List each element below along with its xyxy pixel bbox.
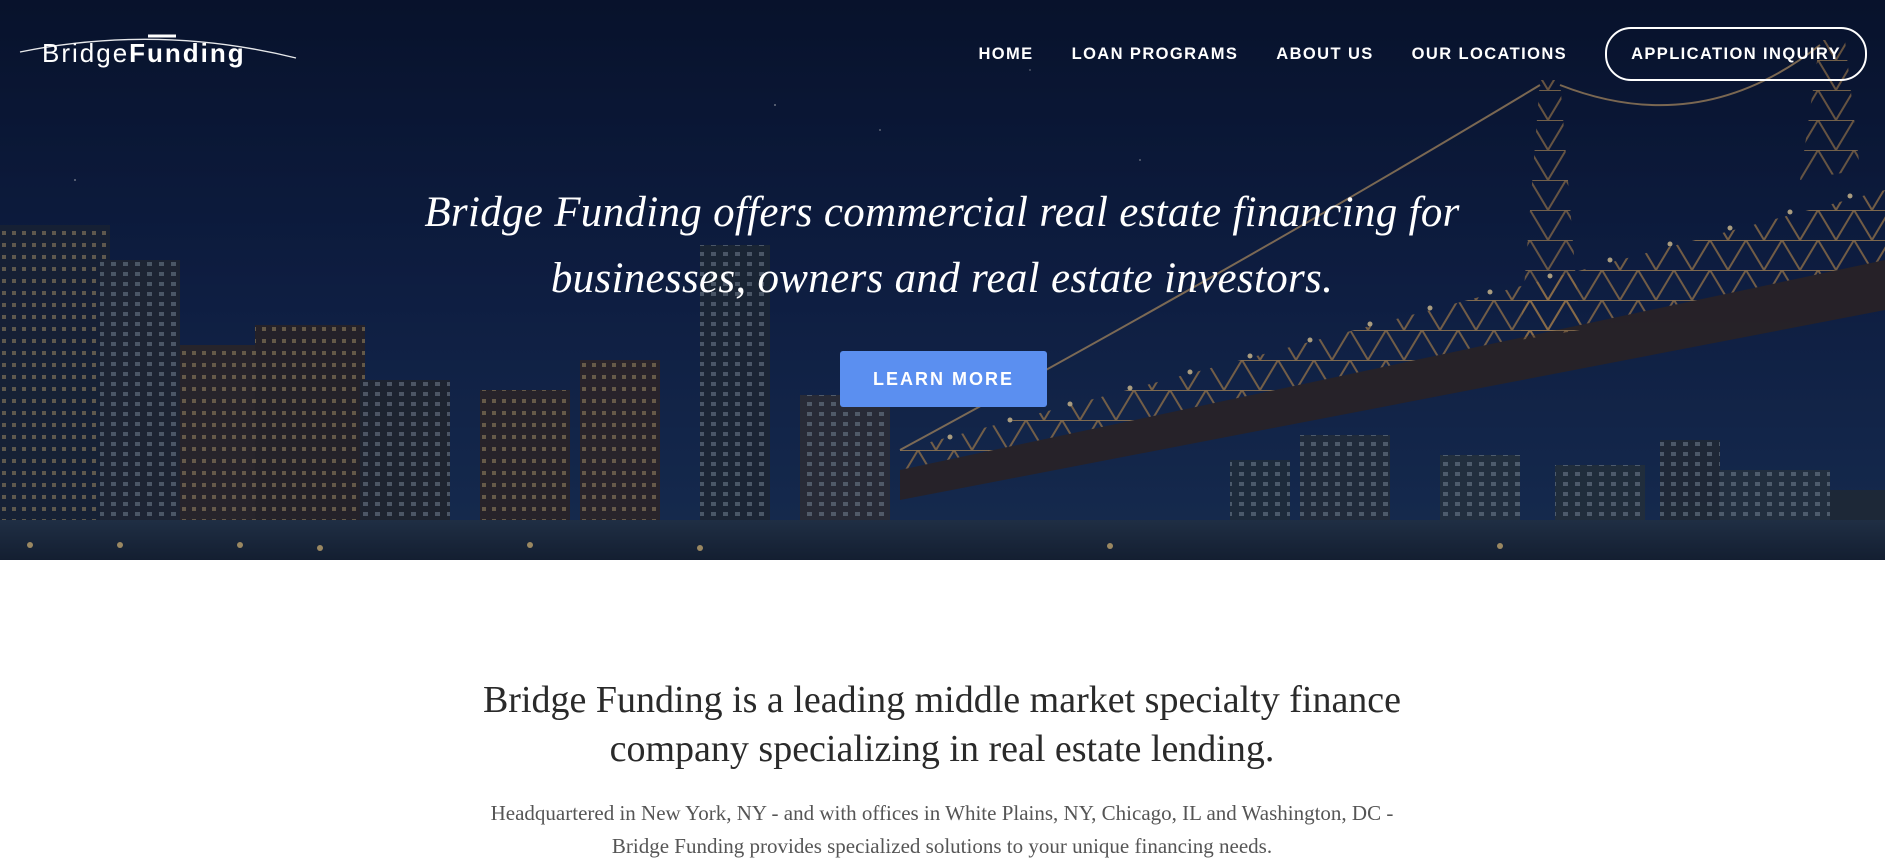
intro-body-line1: Headquartered in New York, NY - and with… [490,801,1394,825]
logo[interactable]: BridgeFunding [18,30,298,74]
logo-text-bold: Funding [129,38,246,68]
intro-body-line2: Bridge Funding provides specialized solu… [611,834,1273,858]
nav-our-locations[interactable]: OUR LOCATIONS [1412,45,1567,64]
intro-title: Bridge Funding is a leading middle marke… [392,676,1492,774]
main-nav: HOME LOAN PROGRAMS ABOUT US OUR LOCATION… [940,27,1867,81]
hero-headline-line2: businesses, owners and real estate inves… [550,255,1334,302]
intro-body: Headquartered in New York, NY - and with… [392,797,1492,863]
logo-text: BridgeFunding [42,38,246,69]
application-inquiry-button[interactable]: APPLICATION INQUIRY [1605,27,1867,81]
hero-headline-line1: Bridge Funding offers commercial real es… [424,189,1460,236]
hero-headline: Bridge Funding offers commercial real es… [392,180,1492,312]
nav-loan-programs[interactable]: LOAN PROGRAMS [1072,45,1239,64]
nav-about-us[interactable]: ABOUT US [1276,45,1373,64]
intro-title-line1: Bridge Funding is a leading middle marke… [482,679,1402,721]
intro-title-line2: company specializing in real estate lend… [609,728,1275,770]
logo-text-light: Bridge [42,38,130,68]
hero-section: BridgeFunding HOME LOAN PROGRAMS ABOUT U… [0,0,1885,560]
nav-home[interactable]: HOME [978,45,1033,64]
learn-more-button[interactable]: LEARN MORE [840,351,1047,407]
